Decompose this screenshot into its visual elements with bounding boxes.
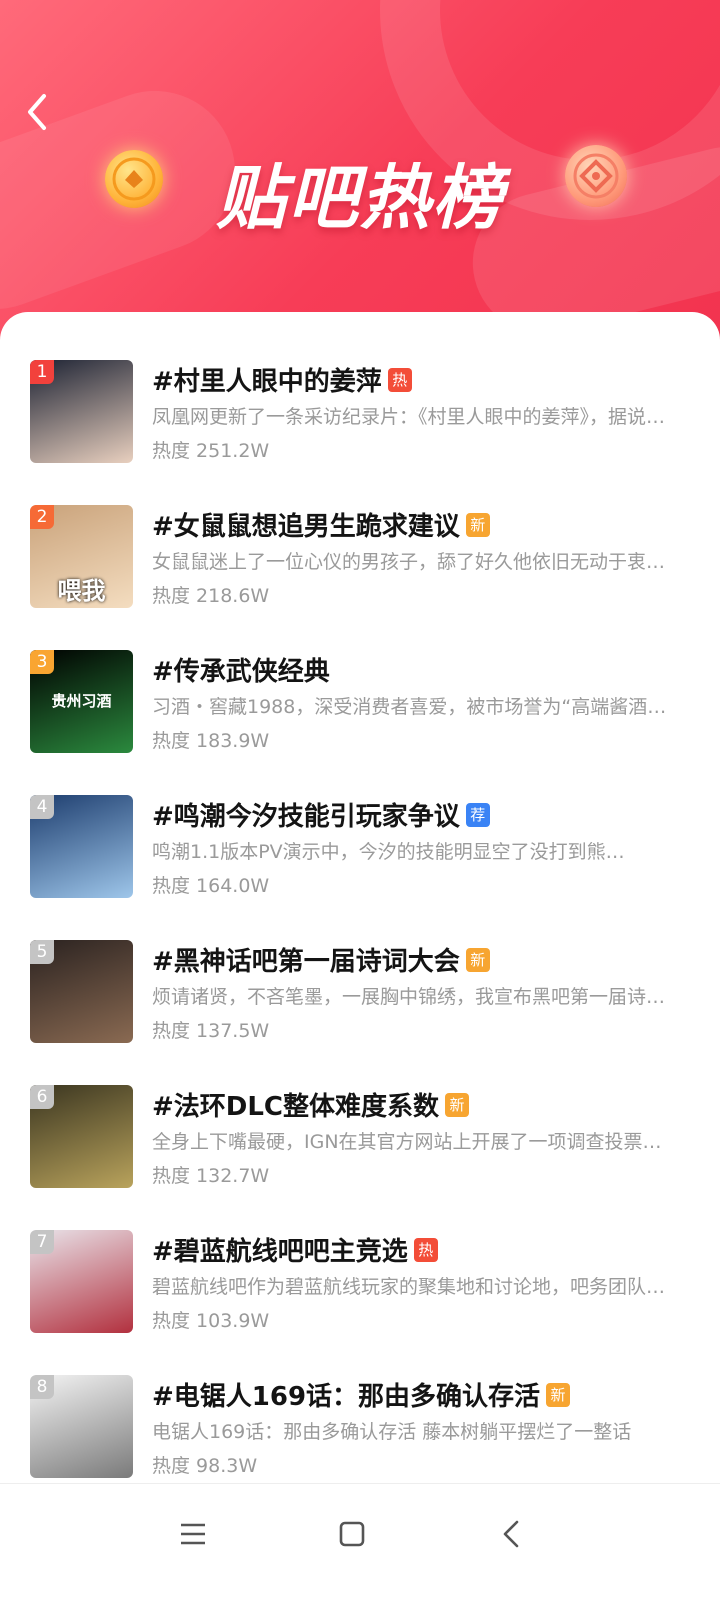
topic-description: 习酒・窖藏1988，深受消费者喜爱，被市场誉为“高端酱酒”… [152, 696, 672, 718]
back-chevron-icon[interactable] [487, 1509, 537, 1559]
back-arrow-icon[interactable] [22, 90, 62, 134]
topic-title: #女鼠鼠想追男生跪求建议 [152, 512, 460, 542]
hot-list-item[interactable]: 7 #碧蓝航线吧吧主竞选热碧蓝航线吧作为碧蓝航线玩家的聚集地和讨论地，吧务团队… 热… [0, 1230, 720, 1340]
topic-title-line: #法环DLC整体难度系数新 [152, 1087, 470, 1127]
topic-description: 女鼠鼠迷上了一位心仪的男孩子，舔了好久他依旧无动于衷… [152, 551, 666, 573]
topic-heat: 热度 218.6W [152, 585, 270, 607]
topic-heat: 热度 103.9W [152, 1310, 270, 1332]
rank-badge: 1 [30, 360, 54, 384]
topic-title-line: #村里人眼中的姜萍热 [152, 362, 412, 402]
topic-heat: 热度 132.7W [152, 1165, 270, 1187]
rank-badge: 4 [30, 795, 54, 819]
topic-title-line: #鸣潮今汐技能引玩家争议荐 [152, 797, 490, 837]
topic-description: 电锯人169话：那由多确认存活 藤本树躺平摆烂了一整话 [152, 1421, 632, 1443]
rank-badge: 7 [30, 1230, 54, 1254]
thumbnail-caption: 贵州习酒 [51, 692, 112, 710]
system-navigation-bar [0, 1483, 720, 1601]
rank-badge: 5 [30, 940, 54, 964]
topic-description: 全身上下嘴最硬，IGN在其官方网站上开展了一项调查投票… [152, 1131, 662, 1153]
topic-title: #碧蓝航线吧吧主竞选 [152, 1237, 408, 1267]
topic-title-line: #女鼠鼠想追男生跪求建议新 [152, 507, 490, 547]
hot-list-item[interactable]: 8 #电锯人169话：那由多确认存活新电锯人169话：那由多确认存活 藤本树躺平摆… [0, 1375, 720, 1485]
hot-list-item[interactable]: 喂我 2 #女鼠鼠想追男生跪求建议新女鼠鼠迷上了一位心仪的男孩子，舔了好久他依旧无动… [0, 505, 720, 615]
topic-description: 碧蓝航线吧作为碧蓝航线玩家的聚集地和讨论地，吧务团队… [152, 1276, 666, 1298]
topic-heat: 热度 164.0W [152, 875, 270, 897]
topic-title-line: #碧蓝航线吧吧主竞选热 [152, 1232, 438, 1272]
hot-list-item[interactable]: 5 #黑神话吧第一届诗词大会新烦请诸贤，不吝笔墨，一展胸中锦绣，我宣布黑吧第一届诗… [0, 940, 720, 1050]
rank-badge: 2 [30, 505, 54, 529]
topic-heat: 热度 251.2W [152, 440, 270, 462]
topic-tag-badge: 新 [546, 1382, 571, 1407]
header-banner: 贴吧热榜 [0, 0, 720, 360]
home-square-icon[interactable] [327, 1509, 377, 1559]
topic-heat: 热度 98.3W [152, 1455, 258, 1477]
hot-list-item[interactable]: 贵州习酒 3 #传承武侠经典习酒・窖藏1988，深受消费者喜爱，被市场誉为“高端酱酒… [0, 650, 720, 760]
rank-badge: 3 [30, 650, 54, 674]
topic-description: 鸣潮1.1版本PV演示中，今汐的技能明显空了没打到熊… [152, 841, 625, 863]
topic-title-line: #黑神话吧第一届诗词大会新 [152, 942, 490, 982]
hot-list-item[interactable]: 6 #法环DLC整体难度系数新全身上下嘴最硬，IGN在其官方网站上开展了一项调查投… [0, 1085, 720, 1195]
menu-icon[interactable] [168, 1509, 218, 1559]
topic-title: #电锯人169话：那由多确认存活 [152, 1382, 541, 1412]
topic-tag-badge: 热 [387, 367, 412, 392]
topic-heat: 热度 137.5W [152, 1020, 270, 1042]
topic-title: #鸣潮今汐技能引玩家争议 [152, 802, 460, 832]
hot-list-item[interactable]: 4 #鸣潮今汐技能引玩家争议荐鸣潮1.1版本PV演示中，今汐的技能明显空了没打到熊… [0, 795, 720, 905]
topic-tag-badge: 荐 [465, 802, 490, 827]
topic-thumbnail: 1 [30, 360, 133, 463]
topic-thumbnail: 喂我 2 [30, 505, 133, 608]
topic-thumbnail: 8 [30, 1375, 133, 1478]
topic-tag-badge: 新 [445, 1092, 470, 1117]
topic-title: #法环DLC整体难度系数 [152, 1092, 440, 1122]
topic-title: #黑神话吧第一届诗词大会 [152, 947, 460, 977]
hot-list-item[interactable]: 1 #村里人眼中的姜萍热凤凰网更新了一条采访纪录片：《村里人眼中的姜萍》，据说采访… [0, 360, 720, 470]
topic-description: 凤凰网更新了一条采访纪录片：《村里人眼中的姜萍》，据说采访了… [152, 406, 672, 428]
coin-icon [565, 145, 627, 207]
topic-tag-badge: 新 [465, 947, 490, 972]
topic-thumbnail: 4 [30, 795, 133, 898]
rank-badge: 6 [30, 1085, 54, 1109]
topic-thumbnail: 7 [30, 1230, 133, 1333]
topic-description: 烦请诸贤，不吝笔墨，一展胸中锦绣，我宣布黑吧第一届诗词大会… [152, 986, 672, 1008]
topic-tag-badge: 新 [465, 512, 490, 537]
topic-title-line: #传承武侠经典 [152, 652, 330, 692]
topic-title: #村里人眼中的姜萍 [152, 367, 382, 397]
topic-thumbnail: 5 [30, 940, 133, 1043]
topic-thumbnail: 6 [30, 1085, 133, 1188]
topic-title: #传承武侠经典 [152, 657, 330, 687]
topic-heat: 热度 183.9W [152, 730, 270, 752]
rank-badge: 8 [30, 1375, 54, 1399]
topic-title-line: #电锯人169话：那由多确认存活新 [152, 1377, 571, 1417]
thumbnail-caption: 喂我 [57, 577, 106, 605]
topic-tag-badge: 热 [413, 1237, 438, 1262]
topic-thumbnail: 贵州习酒 3 [30, 650, 133, 753]
